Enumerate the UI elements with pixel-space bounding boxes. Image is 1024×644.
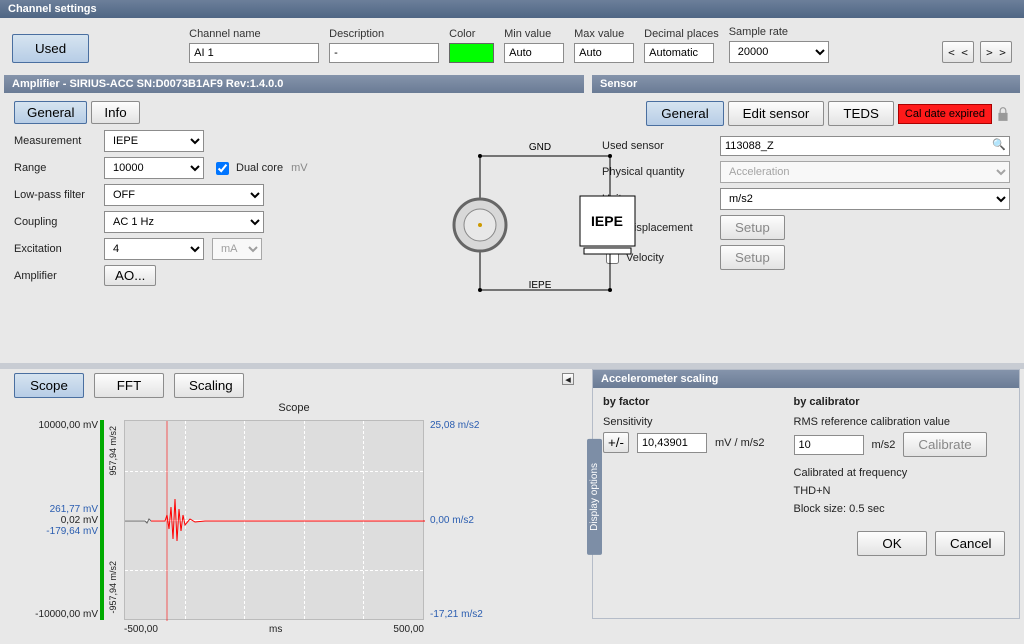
sensor-tab-general[interactable]: General (646, 101, 723, 126)
dualcore-checkbox[interactable] (216, 162, 229, 175)
circuit-diagram: GND IEPE IEPE (440, 140, 640, 300)
amplifier-ao-button[interactable]: AO... (104, 265, 156, 286)
amplifier-header: Amplifier - SIRIUS-ACC SN:D0073B1AF9 Rev… (4, 75, 584, 93)
x-left: -500,00 (124, 624, 158, 635)
rms-input[interactable] (794, 435, 864, 455)
calib-freq-label: Calibrated at frequency (794, 467, 1009, 479)
displacement-setup-button: Setup (720, 215, 785, 240)
tab-scope[interactable]: Scope (14, 373, 84, 398)
physical-qty-select: Acceleration (720, 161, 1010, 183)
measurement-label: Measurement (14, 135, 96, 147)
cursor-val-2: 0,02 mV (20, 515, 98, 526)
amplifier-label: Amplifier (14, 270, 96, 282)
color-label: Color (449, 28, 494, 40)
lpf-label: Low-pass filter (14, 189, 96, 201)
excitation-unit-select: mA (212, 238, 262, 260)
sensor-header: Sensor (592, 75, 1020, 93)
tab-scaling[interactable]: Scaling (174, 373, 244, 398)
calibrate-button: Calibrate (903, 432, 986, 457)
by-calibrator-title: by calibrator (794, 396, 1009, 408)
coupling-label: Coupling (14, 216, 96, 228)
max-value-label: Max value (574, 28, 634, 40)
next-channel-button[interactable]: > > (980, 41, 1012, 63)
cursor-val-1: 261,77 mV (20, 504, 98, 515)
sensor-tab-edit[interactable]: Edit sensor (728, 101, 825, 126)
channel-name-input[interactable] (189, 43, 319, 63)
right-top: 25,08 m/s2 (430, 420, 494, 431)
scope-plot[interactable] (124, 420, 424, 620)
description-label: Description (329, 28, 439, 40)
sensitivity-input[interactable] (637, 433, 707, 453)
sensor-tab-teds[interactable]: TEDS (828, 101, 894, 126)
sample-rate-select[interactable]: 20000 (729, 41, 829, 63)
sample-rate-label: Sample rate (729, 26, 829, 38)
excitation-label: Excitation (14, 243, 96, 255)
excitation-select[interactable]: 4 (104, 238, 204, 260)
thd-label: THD+N (794, 485, 1009, 497)
used-sensor-input[interactable] (720, 136, 1010, 156)
display-options-tab[interactable]: Display options (587, 439, 602, 555)
measurement-select[interactable]: IEPE (104, 130, 204, 152)
cancel-button[interactable]: Cancel (935, 531, 1005, 556)
velocity-setup-button: Setup (720, 245, 785, 270)
y-top-label: 10000,00 mV (20, 420, 98, 431)
coupling-select[interactable]: AC 1 Hz (104, 211, 264, 233)
window-title: Channel settings (0, 0, 1024, 18)
scope-title: Scope (4, 402, 584, 414)
sensitivity-unit: mV / m/s2 (715, 437, 765, 449)
min-value-input[interactable] (504, 43, 564, 63)
level-bar (100, 420, 104, 620)
max-value-input[interactable] (574, 43, 634, 63)
svg-text:IEPE: IEPE (591, 213, 623, 229)
range-label: Range (14, 162, 96, 174)
cursor-val-3: -179,64 mV (20, 526, 98, 537)
svg-text:IEPE: IEPE (529, 280, 552, 291)
x-right: 500,00 (393, 624, 424, 635)
ok-button[interactable]: OK (857, 531, 927, 556)
block-size-label: Block size: 0.5 sec (794, 503, 1009, 515)
tab-fft[interactable]: FFT (94, 373, 164, 398)
rms-unit: m/s2 (872, 439, 896, 451)
description-input[interactable] (329, 43, 439, 63)
channel-name-label: Channel name (189, 28, 319, 40)
prev-channel-button[interactable]: < < (942, 41, 974, 63)
by-factor-title: by factor (603, 396, 774, 408)
x-unit: ms (269, 624, 282, 635)
dualcore-label: Dual core (236, 162, 283, 174)
sensitivity-label: Sensitivity (603, 416, 774, 428)
sensitivity-toggle-button[interactable]: +/- (603, 432, 629, 453)
lpf-select[interactable]: OFF (104, 184, 264, 206)
right-bot: -17,21 m/s2 (430, 609, 494, 620)
lock-icon[interactable] (996, 106, 1010, 122)
y-bot-label: -10000,00 mV (20, 609, 98, 620)
decimal-places-label: Decimal places (644, 28, 719, 40)
used-button[interactable]: Used (12, 34, 89, 63)
right-mid: 0,00 m/s2 (430, 515, 494, 526)
rate-top: 957,94 m/s2 (108, 426, 118, 476)
amp-tab-info[interactable]: Info (91, 101, 139, 124)
range-select[interactable]: 10000 (104, 157, 204, 179)
amp-tab-general[interactable]: General (14, 101, 87, 124)
search-icon[interactable]: 🔍 (992, 138, 1006, 151)
unit-select[interactable]: m/s2 (720, 188, 1010, 210)
collapse-icon[interactable]: ◂ (562, 373, 574, 385)
color-swatch[interactable] (449, 43, 494, 63)
scaling-header: Accelerometer scaling (593, 370, 1019, 388)
svg-text:GND: GND (529, 142, 551, 153)
range-unit: mV (291, 162, 308, 174)
decimal-places-input[interactable] (644, 43, 714, 63)
min-value-label: Min value (504, 28, 564, 40)
rms-label: RMS reference calibration value (794, 416, 1009, 428)
rate-bot: -957,94 m/s2 (108, 561, 118, 614)
cal-expired-badge: Cal date expired (898, 104, 992, 124)
